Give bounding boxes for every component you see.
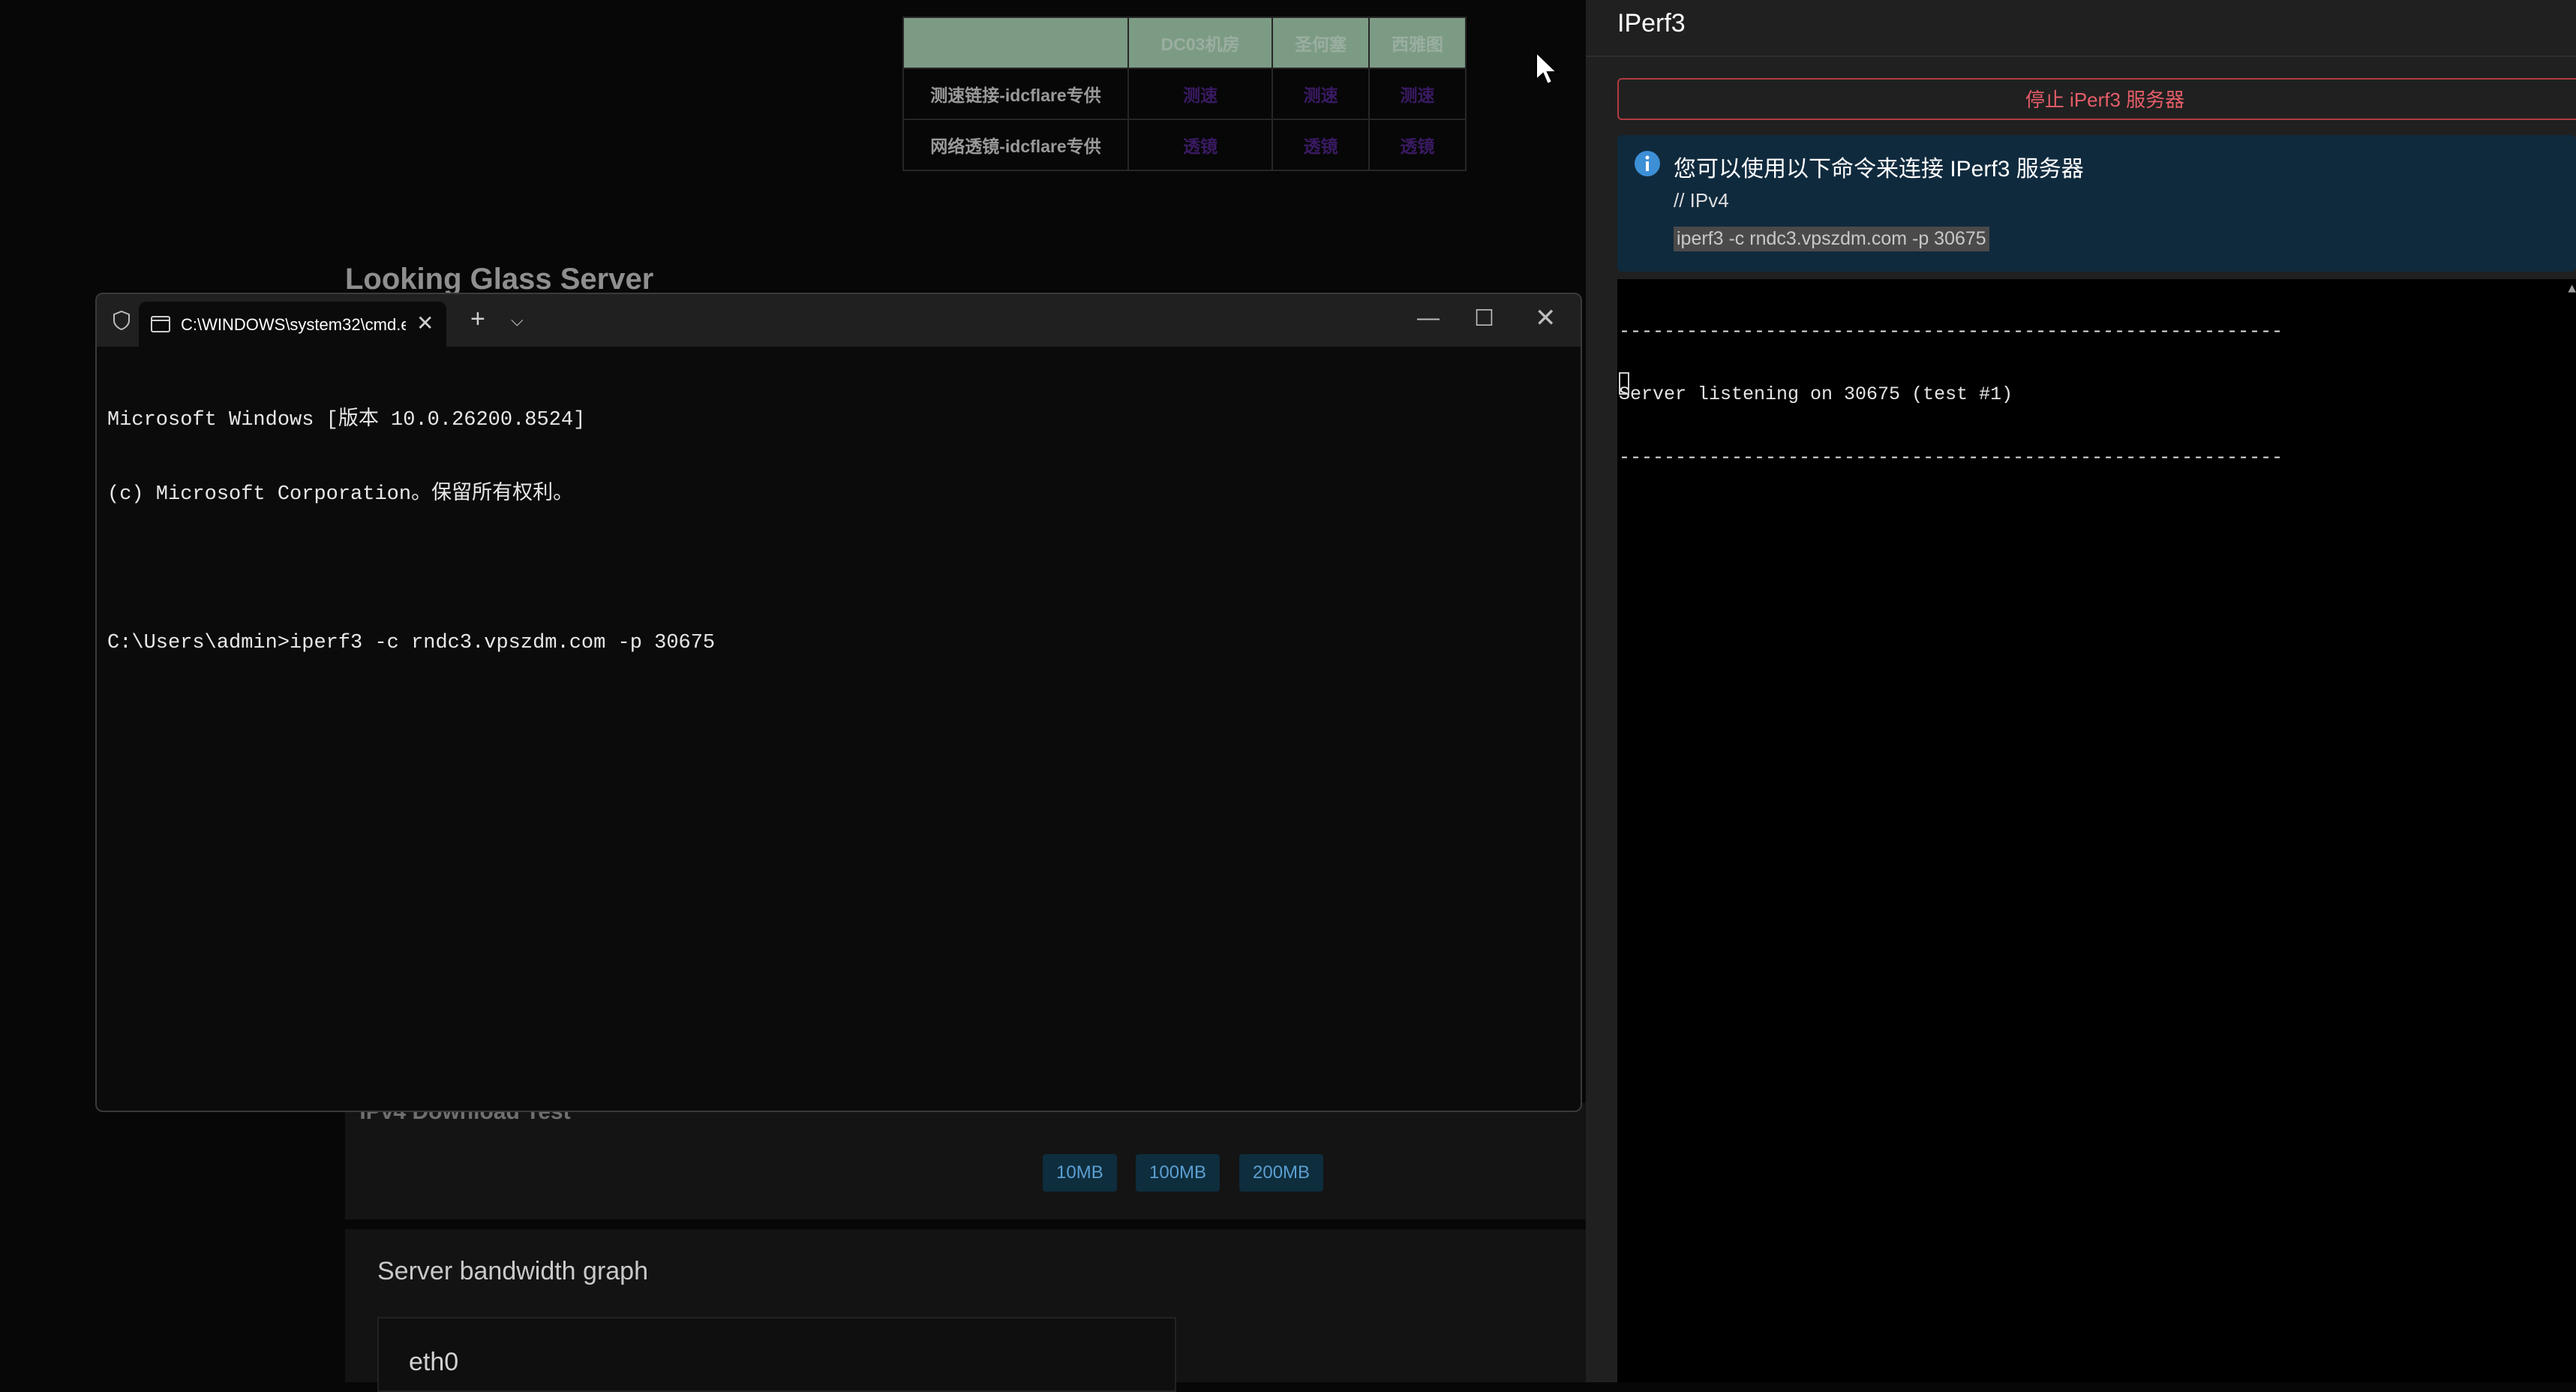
terminal-window[interactable]: C:\WINDOWS\system32\cmd.e ✕ + ⌵ — ☐ ✕ Mi… xyxy=(95,293,1582,1112)
looking-glass-link[interactable]: 透镜 xyxy=(1368,119,1467,171)
interface-label: eth0 xyxy=(409,1348,459,1376)
download-100mb-button[interactable]: 100MB xyxy=(1136,1154,1220,1192)
terminal-line: (c) Microsoft Corporation。保留所有权利。 xyxy=(107,483,574,506)
info-heading: 您可以使用以下命令来连接 IPerf3 服务器 xyxy=(1674,157,2084,182)
table-header-cell: DC03机房 xyxy=(1127,17,1274,69)
table-header-row: DC03机房 圣何塞 西雅图 xyxy=(902,17,1467,69)
tab-title: C:\WINDOWS\system32\cmd.e xyxy=(181,315,406,334)
table-row: 网络透镜-idcflare专供 透镜 透镜 透镜 xyxy=(902,119,1467,171)
tab-cmd[interactable]: C:\WINDOWS\system32\cmd.e ✕ xyxy=(139,302,446,347)
terminal-titlebar[interactable]: C:\WINDOWS\system32\cmd.e ✕ + ⌵ — ☐ ✕ xyxy=(97,294,1581,347)
terminal-output[interactable]: Microsoft Windows [版本 10.0.26200.8524] (… xyxy=(107,359,1573,705)
chevron-down-icon[interactable]: ⌵ xyxy=(511,311,524,330)
download-200mb-button[interactable]: 200MB xyxy=(1239,1154,1324,1192)
divider xyxy=(1586,56,2576,57)
console-cursor xyxy=(1619,372,1629,395)
shield-icon xyxy=(113,310,130,331)
iperf3-console[interactable]: ----------------------------------------… xyxy=(1617,279,2576,1382)
info-alert: 您可以使用以下命令来连接 IPerf3 服务器 // IPv4 iperf3 -… xyxy=(1617,135,2576,272)
console-line: ----------------------------------------… xyxy=(1619,446,2283,468)
speedtest-link[interactable]: 测速 xyxy=(1271,68,1371,120)
close-window-button[interactable]: ✕ xyxy=(1535,303,1557,333)
download-10mb-button[interactable]: 10MB xyxy=(1043,1154,1117,1192)
table-header-cell: 圣何塞 xyxy=(1271,17,1371,69)
looking-glass-link[interactable]: 透镜 xyxy=(1271,119,1371,171)
table-header-cell xyxy=(902,17,1129,69)
stop-iperf3-button[interactable]: 停止 iPerf3 服务器 xyxy=(1617,78,2576,120)
console-line: ----------------------------------------… xyxy=(1619,320,2283,342)
speed-test-table: DC03机房 圣何塞 西雅图 测速链接-idcflare专供 测速 测速 测速 … xyxy=(902,17,1467,171)
terminal-command-line: C:\Users\admin>iperf3 -c rndc3.vpszdm.co… xyxy=(107,632,716,654)
ipv4-label: // IPv4 xyxy=(1674,189,1729,212)
mouse-cursor-icon xyxy=(1536,51,1559,86)
connect-command[interactable]: iperf3 -c rndc3.vpszdm.com -p 30675 xyxy=(1674,227,1989,251)
panel-title: IPerf3 xyxy=(1617,9,1686,38)
scroll-up-arrow-icon[interactable]: ▲ xyxy=(2568,279,2576,300)
console-line: Server listening on 30675 (test #1) xyxy=(1619,383,2013,405)
close-tab-icon[interactable]: ✕ xyxy=(416,312,434,335)
speedtest-link[interactable]: 测速 xyxy=(1127,68,1274,120)
row-label: 测速链接-idcflare专供 xyxy=(902,68,1129,120)
minimize-button[interactable]: — xyxy=(1417,305,1440,331)
table-header-cell: 西雅图 xyxy=(1368,17,1467,69)
interface-card xyxy=(377,1317,1176,1392)
new-tab-button[interactable]: + xyxy=(470,305,485,333)
info-icon xyxy=(1635,151,1660,176)
looking-glass-link[interactable]: 透镜 xyxy=(1127,119,1274,171)
bandwidth-title: Server bandwidth graph xyxy=(377,1257,649,1285)
speedtest-link[interactable]: 测速 xyxy=(1368,68,1467,120)
table-row: 测速链接-idcflare专供 测速 测速 测速 xyxy=(902,68,1467,120)
terminal-line: Microsoft Windows [版本 10.0.26200.8524] xyxy=(107,409,586,431)
page-title: Looking Glass Server xyxy=(345,263,654,296)
maximize-button[interactable]: ☐ xyxy=(1474,305,1494,332)
terminal-icon xyxy=(151,316,170,332)
row-label: 网络透镜-idcflare专供 xyxy=(902,119,1129,171)
